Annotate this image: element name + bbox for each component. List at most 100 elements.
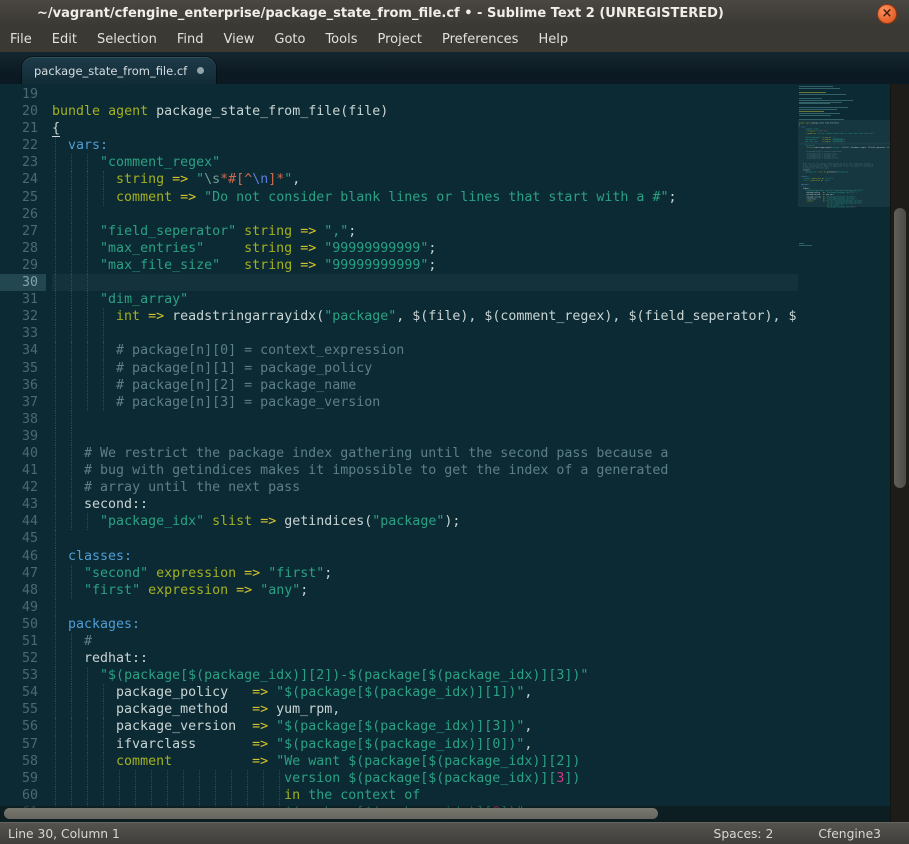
indent-guide xyxy=(71,171,72,188)
title-bar[interactable]: ~/vagrant/cfengine_enterprise/package_st… xyxy=(0,0,909,29)
code-line xyxy=(52,206,798,223)
line-number: 40 xyxy=(0,445,46,462)
code-line: "comment_regex" xyxy=(52,154,798,171)
indent-guide xyxy=(87,701,88,718)
indent-guide xyxy=(71,394,72,411)
tab-package-state-from-file[interactable]: package_state_from_file.cf xyxy=(22,57,216,84)
indent-guide xyxy=(55,650,56,667)
indent-guide xyxy=(87,513,88,530)
line-number: 23 xyxy=(0,154,46,171)
indent-guide xyxy=(55,462,56,479)
close-button[interactable]: × xyxy=(877,4,897,24)
indent-guide xyxy=(87,753,88,770)
indent-guide xyxy=(55,342,56,359)
menu-item-view[interactable]: View xyxy=(214,28,265,52)
indent-guide xyxy=(87,394,88,411)
menu-item-find[interactable]: Find xyxy=(167,28,214,52)
indent-guide xyxy=(55,684,56,701)
indent-guide xyxy=(55,189,56,206)
indent-guide xyxy=(55,633,56,650)
code-line: comment => "We want $(package[$(package_… xyxy=(52,753,798,770)
indent-guide xyxy=(87,684,88,701)
line-number: 36 xyxy=(0,377,46,394)
indent-guide xyxy=(87,240,88,257)
indent-guide xyxy=(263,770,264,787)
line-number: 43 xyxy=(0,496,46,513)
menu-item-file[interactable]: File xyxy=(0,28,42,52)
code-line xyxy=(52,428,798,445)
indent-guide xyxy=(71,274,72,291)
horizontal-scrollbar-track[interactable] xyxy=(0,806,890,822)
line-number: 42 xyxy=(0,479,46,496)
indent-guide xyxy=(103,325,104,342)
code-line: # bug with getindices makes it impossibl… xyxy=(52,462,798,479)
horizontal-scrollbar-handle[interactable] xyxy=(4,808,658,819)
code-line: "max_file_size" string => "99999999999"; xyxy=(52,257,798,274)
syntax-status[interactable]: Cfengine3 xyxy=(818,827,881,841)
indent-guide xyxy=(247,770,248,787)
indent-guide xyxy=(103,360,104,377)
menu-item-goto[interactable]: Goto xyxy=(264,28,315,52)
indent-guide xyxy=(103,342,104,359)
indent-guide xyxy=(103,753,104,770)
indent-status[interactable]: Spaces: 2 xyxy=(714,827,774,841)
line-number: 41 xyxy=(0,462,46,479)
indent-guide xyxy=(55,582,56,599)
code-line: # package[n][3] = package_version xyxy=(52,394,798,411)
menu-item-project[interactable]: Project xyxy=(367,28,431,52)
menu-item-selection[interactable]: Selection xyxy=(87,28,167,52)
indent-guide xyxy=(199,770,200,787)
editor-area: 1920212223242526272829303132333435363738… xyxy=(0,84,909,822)
status-bar: Line 30, Column 1 Spaces: 2 Cfengine3 xyxy=(0,822,909,844)
indent-guide xyxy=(55,513,56,530)
menu-bar: FileEditSelectionFindViewGotoToolsProjec… xyxy=(0,28,909,52)
indent-guide xyxy=(151,770,152,787)
indent-guide xyxy=(135,770,136,787)
indent-guide xyxy=(55,308,56,325)
minimap[interactable]: bundle agent package_state_from_file(fil… xyxy=(798,84,890,822)
line-number: 54 xyxy=(0,684,46,701)
indent-guide xyxy=(71,565,72,582)
code-line xyxy=(52,530,798,547)
line-number: 30 xyxy=(0,274,46,291)
tab-label: package_state_from_file.cf xyxy=(34,64,187,78)
indent-guide xyxy=(87,154,88,171)
sublime-window: ~/vagrant/cfengine_enterprise/package_st… xyxy=(0,0,909,844)
indent-guide xyxy=(87,377,88,394)
indent-guide xyxy=(71,787,72,804)
vertical-scrollbar-track[interactable] xyxy=(890,84,909,822)
menu-item-preferences[interactable]: Preferences xyxy=(432,28,528,52)
vertical-scrollbar-handle[interactable] xyxy=(894,208,906,488)
indent-guide xyxy=(55,137,56,154)
menu-item-edit[interactable]: Edit xyxy=(42,28,87,52)
code-line: "package_idx" slist => getindices("packa… xyxy=(52,513,798,530)
code-line: redhat:: xyxy=(52,650,798,667)
indent-guide xyxy=(55,616,56,633)
indent-guide xyxy=(87,736,88,753)
line-number: 45 xyxy=(0,530,46,547)
line-number: 19 xyxy=(0,86,46,103)
indent-guide xyxy=(71,428,72,445)
line-number: 59 xyxy=(0,770,46,787)
code-text-area[interactable]: bundle agent package_state_from_file(fil… xyxy=(52,86,798,820)
indent-guide xyxy=(119,787,120,804)
indent-guide xyxy=(87,325,88,342)
indent-guide xyxy=(71,206,72,223)
indent-guide xyxy=(55,736,56,753)
menu-item-help[interactable]: Help xyxy=(528,28,578,52)
indent-guide xyxy=(87,667,88,684)
line-number: 52 xyxy=(0,650,46,667)
line-number: 22 xyxy=(0,137,46,154)
indent-guide xyxy=(87,360,88,377)
indent-guide xyxy=(87,342,88,359)
menu-item-tools[interactable]: Tools xyxy=(315,28,367,52)
indent-guide xyxy=(103,684,104,701)
indent-guide xyxy=(103,736,104,753)
modified-dot-icon xyxy=(197,67,204,74)
indent-guide xyxy=(279,787,280,804)
indent-guide xyxy=(55,479,56,496)
indent-guide xyxy=(183,770,184,787)
indent-guide xyxy=(87,291,88,308)
line-number: 51 xyxy=(0,633,46,650)
line-number: 58 xyxy=(0,753,46,770)
